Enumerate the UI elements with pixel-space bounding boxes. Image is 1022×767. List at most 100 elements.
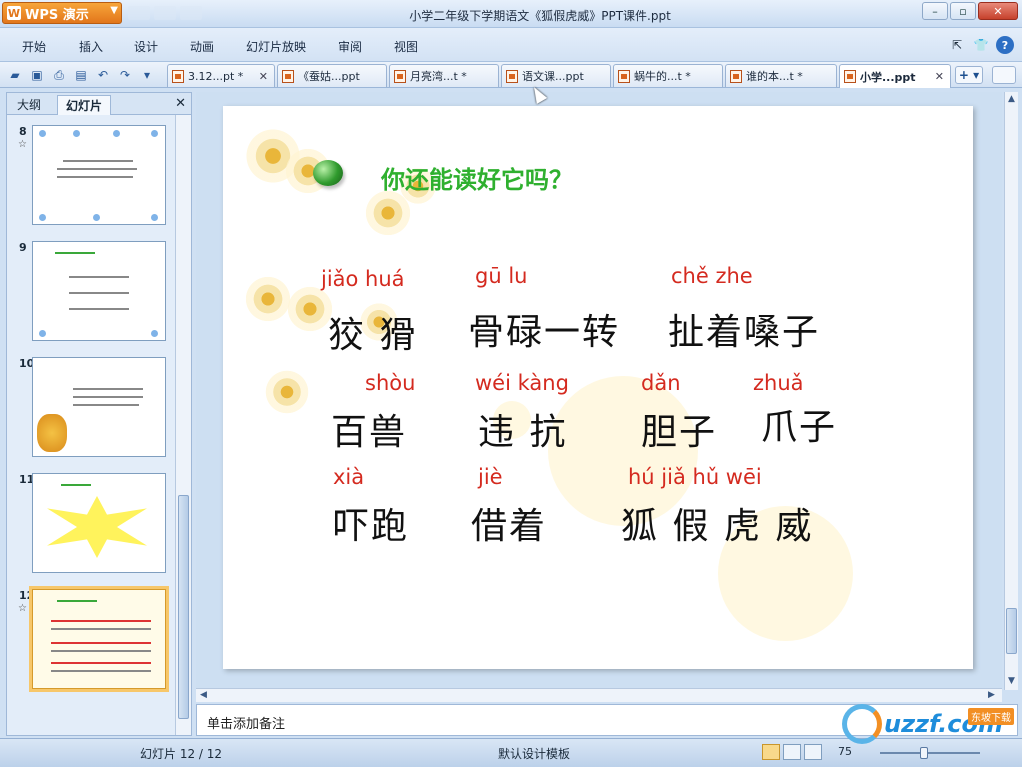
hanzi-text[interactable]: 借着 (471, 497, 547, 549)
print-preview-icon[interactable]: ▤ (72, 66, 90, 84)
hanzi-text[interactable]: 吓跑 (333, 497, 409, 549)
thumb-flower-icon (151, 130, 158, 137)
menu-item-review[interactable]: 审阅 (338, 38, 362, 55)
panel-scroll-thumb[interactable] (178, 495, 189, 719)
zoom-slider[interactable] (880, 752, 980, 754)
menu-item-design[interactable]: 设计 (134, 38, 158, 55)
doc-tab[interactable]: 谁的本...t * (725, 64, 837, 87)
doc-tab[interactable]: 《蚕姑...ppt (277, 64, 387, 87)
ppt-file-icon (282, 69, 294, 83)
menu-item-slideshow[interactable]: 幻灯片放映 (246, 38, 306, 55)
app-name: WPS 演示 (25, 7, 89, 23)
slide-sorter-view-icon[interactable] (783, 744, 801, 760)
watermark-logo-icon (842, 704, 882, 744)
tab-slides[interactable]: 幻灯片 (57, 95, 112, 115)
tab-list-button[interactable] (992, 66, 1016, 84)
doc-tab[interactable]: 月亮湾...t * (389, 64, 499, 87)
pinyin-text[interactable]: gū lu (475, 264, 527, 288)
hanzi-text[interactable]: 扯着嗓子 (668, 303, 820, 355)
scroll-down-icon[interactable]: ▼ (1008, 676, 1015, 686)
thumb-text-line (73, 396, 143, 398)
doc-tab[interactable]: 3.12...pt * ✕ (167, 64, 275, 87)
pinyin-text[interactable]: xià (333, 465, 364, 489)
scroll-right-icon[interactable]: ▶ (988, 690, 995, 700)
thumb-title-line (55, 252, 95, 254)
slide-thumbnail[interactable] (32, 125, 166, 225)
thumb-flower-icon (151, 214, 158, 221)
help-icon[interactable]: ? (996, 36, 1014, 54)
tab-outline[interactable]: 大纲 (17, 96, 41, 113)
animation-star-icon: ☆ (18, 139, 27, 150)
close-button[interactable]: ✕ (978, 2, 1018, 20)
scroll-up-icon[interactable]: ▲ (1008, 94, 1015, 104)
design-template-name[interactable]: 默认设计模板 (498, 745, 570, 762)
slide-indicator: 幻灯片 12 / 12 (140, 747, 223, 761)
hanzi-text[interactable]: 百兽 (331, 403, 407, 455)
doc-tab-active[interactable]: 小学...ppt ✕ (839, 64, 951, 88)
hanzi-text[interactable]: 狐 假 虎 威 (621, 497, 813, 549)
hanzi-text[interactable]: 狡 猾 (328, 306, 417, 358)
pinyin-text[interactable]: zhuǎ (753, 371, 804, 395)
new-tab-button[interactable]: + ▾ (955, 66, 983, 84)
doc-tab[interactable]: 蜗牛的...t * (613, 64, 723, 87)
pinyin-text[interactable]: shòu (365, 371, 415, 395)
doc-tab-label: 蜗牛的...t * (634, 70, 691, 83)
menu-item-start[interactable]: 开始 (22, 38, 46, 55)
undo-icon[interactable]: ↶ (94, 66, 112, 84)
pinyin-text[interactable]: wéi kàng (475, 371, 569, 395)
pinyin-text[interactable]: jiǎo huá (321, 267, 405, 291)
menu-item-animation[interactable]: 动画 (190, 38, 214, 55)
thumb-flower-icon (39, 214, 46, 221)
panel-scrollbar[interactable] (175, 115, 191, 735)
thumb-text-line (51, 628, 151, 630)
minimize-button[interactable]: – (922, 2, 948, 20)
pinyin-text[interactable]: dǎn (641, 371, 681, 395)
hanzi-text[interactable]: 胆子 (641, 403, 717, 455)
menu-item-insert[interactable]: 插入 (79, 38, 103, 55)
current-slide[interactable]: 你还能读好它吗？ jiǎo huá 狡 猾 gū lu 骨碌一转 chě zhe… (223, 106, 973, 669)
pinyin-text[interactable]: jiè (478, 465, 503, 489)
panel-tabs: 大纲 幻灯片 ✕ (7, 93, 191, 115)
slide-thumbnail[interactable] (32, 357, 166, 457)
hanzi-text[interactable]: 违 抗 (478, 403, 567, 455)
site-watermark: uzzf.com 东坡下载 (838, 700, 1018, 750)
doc-tab[interactable]: 语文课...ppt (501, 64, 611, 87)
toolbar-dropdown-icon[interactable]: ▾ (138, 66, 156, 84)
panel-close-icon[interactable]: ✕ (175, 96, 186, 111)
skin-shirt-icon[interactable]: 👕 (972, 36, 990, 54)
thumb-flower-icon (39, 130, 46, 137)
slide-thumbnail[interactable] (32, 473, 166, 573)
ppt-file-icon (506, 69, 518, 83)
tab-close-icon[interactable]: ✕ (935, 70, 944, 83)
normal-view-icon[interactable] (762, 744, 780, 760)
maximize-button[interactable]: ▫ (950, 2, 976, 20)
quick-access-slot[interactable] (154, 6, 176, 20)
green-gem-icon (313, 160, 343, 186)
pinyin-text[interactable]: hú jiǎ hǔ wēi (628, 465, 762, 489)
quick-access-slot[interactable] (128, 6, 150, 20)
wps-app-menu-button[interactable]: W WPS 演示 ▼ (2, 2, 122, 24)
slide-vertical-scrollbar[interactable]: ▲ ▼ (1004, 92, 1018, 690)
menu-right-tools: ⇱ 👕 ? (948, 36, 1014, 54)
notes-placeholder[interactable]: 单击添加备注 (207, 713, 285, 732)
quick-access-slot[interactable] (180, 6, 202, 20)
slide-thumbnail-selected[interactable] (29, 586, 169, 692)
slide-title[interactable]: 你还能读好它吗？ (381, 160, 573, 195)
slide-scroll-thumb[interactable] (1006, 608, 1017, 654)
hanzi-text[interactable]: 爪子 (761, 398, 837, 450)
starburst-shape (47, 496, 147, 558)
save-icon[interactable]: ▣ (28, 66, 46, 84)
chevron-down-icon: ▼ (110, 5, 118, 16)
scroll-left-icon[interactable]: ◀ (200, 690, 207, 700)
collapse-ribbon-icon[interactable]: ⇱ (948, 36, 966, 54)
print-icon[interactable]: ⎙ (50, 66, 68, 84)
document-tab-bar: ▰ ▣ ⎙ ▤ ↶ ↷ ▾ 3.12...pt * ✕ 《蚕姑...ppt 月亮… (0, 62, 1022, 88)
hanzi-text[interactable]: 骨碌一转 (468, 303, 620, 355)
redo-icon[interactable]: ↷ (116, 66, 134, 84)
tab-close-icon[interactable]: ✕ (259, 70, 268, 83)
slideshow-view-icon[interactable] (804, 744, 822, 760)
pinyin-text[interactable]: chě zhe (671, 264, 753, 288)
slide-thumbnail[interactable] (32, 241, 166, 341)
open-folder-icon[interactable]: ▰ (6, 66, 24, 84)
menu-item-view[interactable]: 视图 (394, 38, 418, 55)
